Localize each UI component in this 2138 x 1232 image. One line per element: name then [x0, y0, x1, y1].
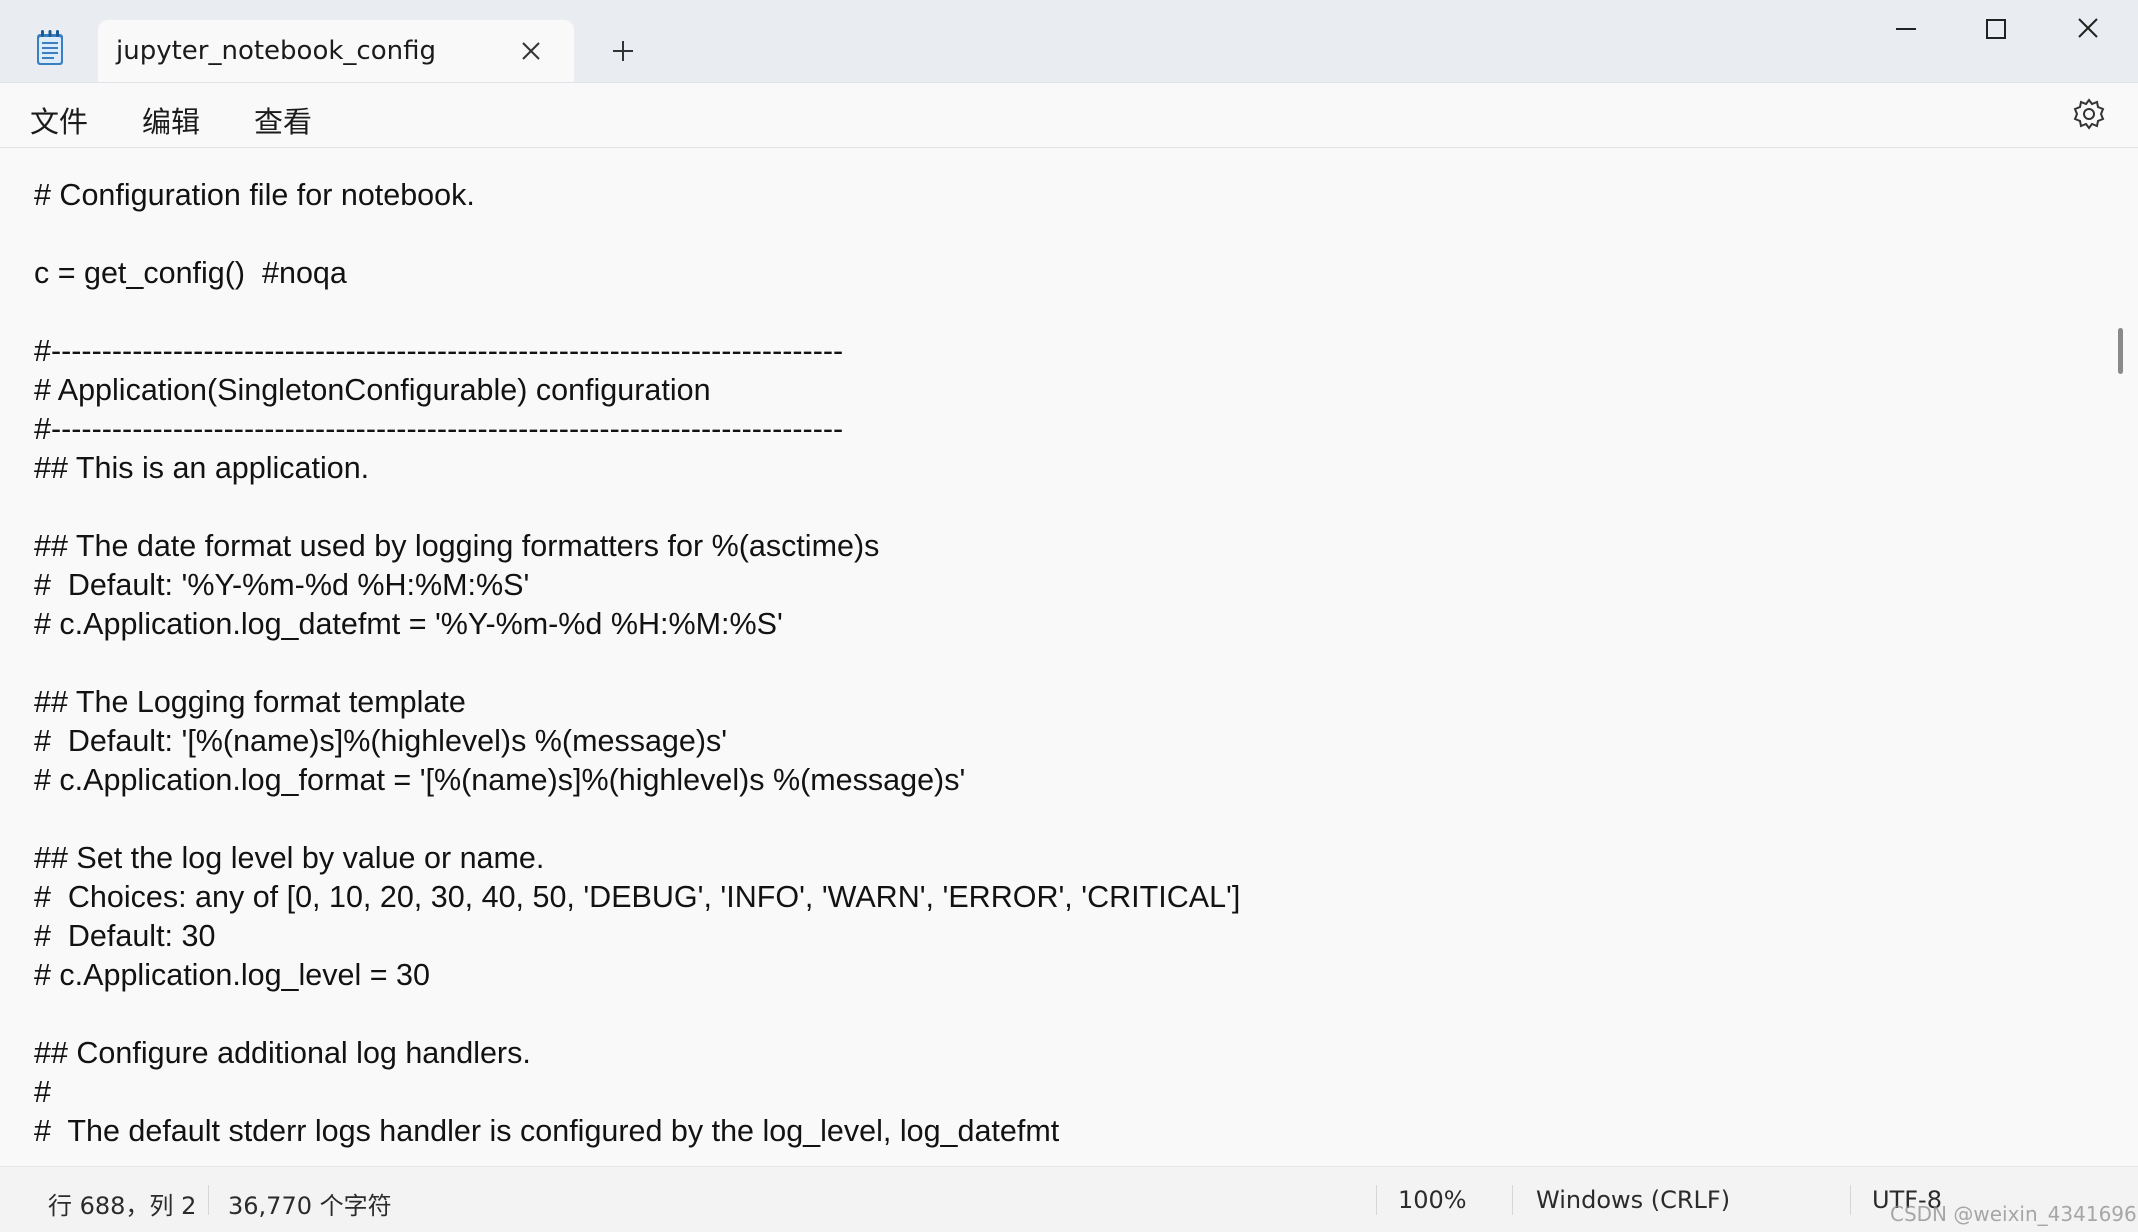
zoom-level[interactable]: 100%: [1398, 1186, 1467, 1214]
menu-bar: 文件 编辑 查看: [0, 83, 2138, 148]
status-divider: [1850, 1185, 1851, 1215]
status-divider: [1376, 1185, 1377, 1215]
close-icon[interactable]: [2066, 14, 2110, 44]
menu-view[interactable]: 查看: [248, 97, 318, 143]
maximize-icon[interactable]: [1974, 14, 2018, 44]
notepad-window: jupyter_notebook_config 文件 编辑 查看 # Confi…: [0, 0, 2138, 1232]
status-divider: [208, 1185, 209, 1215]
cursor-position: 行 688，列 27: [48, 1192, 198, 1220]
status-bar: 行 688，列 27 36,770 个字符 100% Windows (CRLF…: [0, 1166, 2138, 1232]
menu-file[interactable]: 文件: [24, 97, 94, 143]
text-editor[interactable]: # Configuration file for notebook. c = g…: [0, 148, 2138, 1166]
editor-content[interactable]: # Configuration file for notebook. c = g…: [34, 176, 1240, 1151]
close-icon[interactable]: [518, 38, 544, 64]
line-ending[interactable]: Windows (CRLF): [1536, 1186, 1730, 1214]
character-count: 36,770 个字符: [228, 1192, 392, 1220]
gear-icon[interactable]: [2072, 97, 2106, 131]
watermark: CSDN @weixin_43416960: [1890, 1202, 2138, 1226]
document-tab[interactable]: jupyter_notebook_config: [98, 20, 574, 82]
plus-icon[interactable]: [608, 36, 638, 66]
vertical-scrollbar[interactable]: [2118, 328, 2123, 374]
menu-edit[interactable]: 编辑: [136, 97, 206, 143]
notepad-icon: [37, 30, 63, 65]
status-divider: [1512, 1185, 1513, 1215]
minimize-icon[interactable]: [1884, 14, 1928, 44]
title-bar: jupyter_notebook_config: [0, 0, 2138, 83]
tab-title: jupyter_notebook_config: [116, 36, 436, 66]
